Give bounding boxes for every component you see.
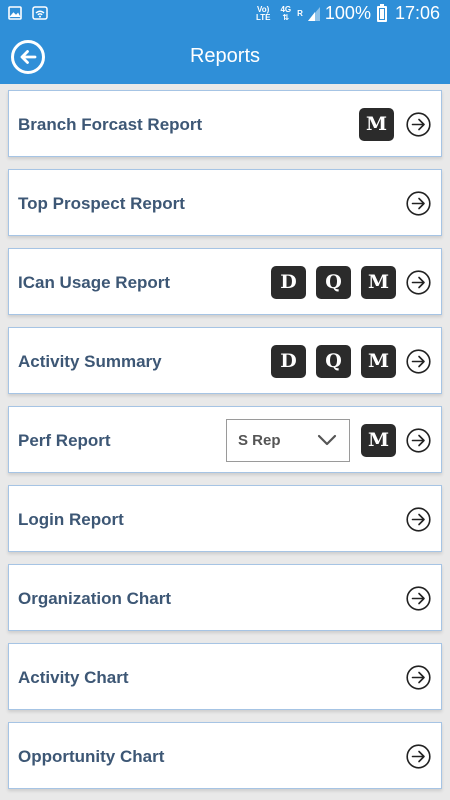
gallery-notification-icon <box>8 6 22 20</box>
wifi-icon <box>32 6 48 20</box>
report-label: Opportunity Chart <box>18 747 165 766</box>
daily-badge[interactable]: D <box>271 266 306 299</box>
report-label: ICan Usage Report <box>18 273 171 292</box>
rep-type-select[interactable]: S Rep <box>226 419 350 462</box>
monthly-badge[interactable]: M <box>361 266 396 299</box>
report-label: Activity Chart <box>18 668 129 687</box>
circle-arrow-right-icon[interactable] <box>406 665 431 690</box>
circle-arrow-right-icon[interactable] <box>406 586 431 611</box>
circle-arrow-right-icon[interactable] <box>406 744 431 769</box>
report-row-activity-summary[interactable]: Activity Summary D Q M <box>8 327 442 394</box>
report-row-activity-chart[interactable]: Activity Chart <box>8 643 442 710</box>
volte-bottom-text: LTE <box>255 12 271 22</box>
page-title: Reports <box>189 45 261 67</box>
circle-arrow-right-icon[interactable] <box>406 507 431 532</box>
report-label: Activity Summary <box>18 352 162 371</box>
report-row-top-prospect[interactable]: Top Prospect Report <box>8 169 442 236</box>
report-row-ican-usage[interactable]: ICan Usage Report D Q M <box>8 248 442 315</box>
daily-badge[interactable]: D <box>271 345 306 378</box>
battery-icon <box>376 3 387 22</box>
volte-indicator: Vo) LTE <box>255 5 271 22</box>
monthly-badge[interactable]: M <box>361 345 396 378</box>
network-arrows-icon: ⇅ <box>282 12 290 22</box>
report-row-organization-chart[interactable]: Organization Chart <box>8 564 442 631</box>
status-bar: Vo) LTE 4G ⇅ R 100% 17:06 <box>0 0 450 30</box>
battery-percentage: 100% <box>324 3 371 23</box>
circle-arrow-right-icon[interactable] <box>406 270 431 295</box>
roaming-indicator: R <box>297 8 303 18</box>
quarterly-badge[interactable]: Q <box>316 345 351 378</box>
app-bar: Reports <box>0 30 450 84</box>
network-4g-indicator: 4G ⇅ <box>280 5 291 22</box>
report-label: Branch Forcast Report <box>18 115 203 134</box>
rep-type-select-value: S Rep <box>238 432 281 449</box>
circle-arrow-right-icon[interactable] <box>406 428 431 453</box>
quarterly-badge[interactable]: Q <box>316 266 351 299</box>
report-label: Login Report <box>18 510 124 529</box>
signal-strength-icon <box>307 6 320 21</box>
report-label: Organization Chart <box>18 589 172 608</box>
report-row-opportunity-chart[interactable]: Opportunity Chart <box>8 722 442 789</box>
chevron-down-icon <box>317 434 337 446</box>
circle-arrow-right-icon[interactable] <box>406 349 431 374</box>
monthly-badge[interactable]: M <box>359 108 394 141</box>
circle-arrow-right-icon[interactable] <box>406 191 431 216</box>
roaming-text: R <box>297 8 303 18</box>
status-bar-left <box>8 6 48 20</box>
report-label: Perf Report <box>18 431 111 450</box>
report-row-perf[interactable]: Perf Report S Rep M <box>8 406 442 473</box>
report-row-login[interactable]: Login Report <box>8 485 442 552</box>
clock: 17:06 <box>394 3 440 23</box>
circle-arrow-right-icon[interactable] <box>406 112 431 137</box>
status-bar-right: Vo) LTE 4G ⇅ R 100% 17:06 <box>256 3 440 24</box>
monthly-badge[interactable]: M <box>361 424 396 457</box>
report-label: Top Prospect Report <box>18 194 185 213</box>
report-row-branch-forcast[interactable]: Branch Forcast Report M <box>8 90 442 157</box>
